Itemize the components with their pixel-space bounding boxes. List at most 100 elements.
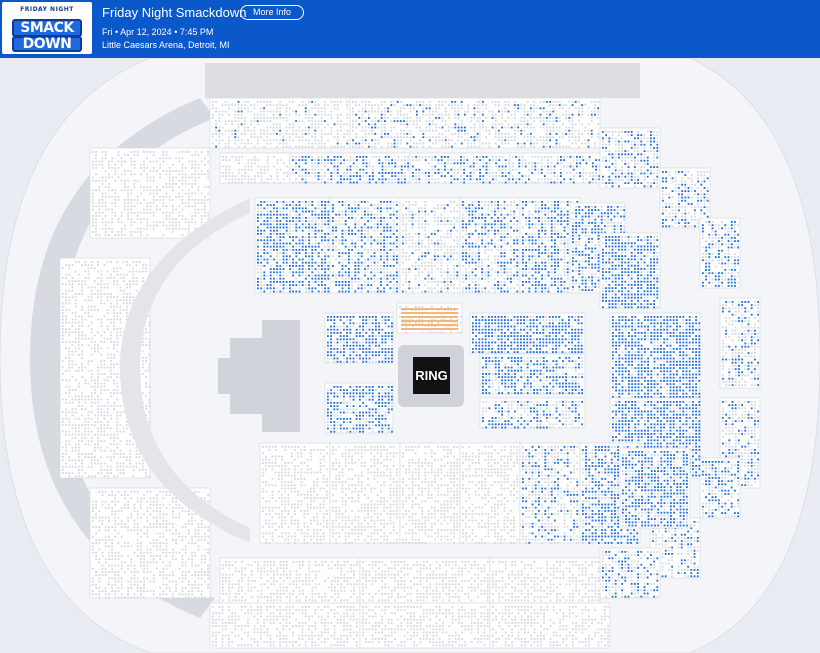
seat[interactable] xyxy=(407,162,409,164)
seat[interactable] xyxy=(225,101,227,103)
seat[interactable] xyxy=(132,277,134,279)
seat[interactable] xyxy=(410,133,412,135)
seat[interactable] xyxy=(562,146,564,148)
seat[interactable] xyxy=(84,277,86,279)
seat[interactable] xyxy=(156,205,158,207)
seat[interactable] xyxy=(621,567,623,569)
seat[interactable] xyxy=(107,347,109,349)
seat[interactable] xyxy=(533,111,535,113)
seat[interactable] xyxy=(715,467,717,469)
seat[interactable] xyxy=(489,166,491,168)
seat[interactable] xyxy=(684,174,686,176)
seat[interactable] xyxy=(704,206,706,208)
seat[interactable] xyxy=(337,182,339,184)
seat[interactable] xyxy=(250,143,252,145)
seat[interactable] xyxy=(597,117,599,119)
seat[interactable] xyxy=(712,461,714,463)
seat[interactable] xyxy=(394,182,396,184)
seat[interactable] xyxy=(444,156,446,158)
seat[interactable] xyxy=(228,136,230,138)
seat[interactable] xyxy=(110,338,112,340)
seat[interactable] xyxy=(118,177,120,179)
seat[interactable] xyxy=(191,173,193,175)
seat[interactable] xyxy=(741,333,743,335)
seat[interactable] xyxy=(295,146,297,148)
seat[interactable] xyxy=(718,464,720,466)
seat[interactable] xyxy=(110,357,112,359)
seat[interactable] xyxy=(397,146,399,148)
seat[interactable] xyxy=(142,264,144,266)
seat[interactable] xyxy=(451,107,453,109)
seat[interactable] xyxy=(352,139,354,141)
seat[interactable] xyxy=(134,167,136,169)
seat[interactable] xyxy=(143,199,145,201)
seat[interactable] xyxy=(734,477,736,479)
seat[interactable] xyxy=(318,175,320,177)
seat[interactable] xyxy=(94,280,96,282)
seat[interactable] xyxy=(136,261,138,263)
seat[interactable] xyxy=(738,371,740,373)
seat[interactable] xyxy=(356,156,358,158)
seat[interactable] xyxy=(728,234,730,236)
seat[interactable] xyxy=(218,130,220,132)
seat[interactable] xyxy=(270,101,272,103)
seat[interactable] xyxy=(492,178,494,180)
seat[interactable] xyxy=(150,186,152,188)
seat[interactable] xyxy=(356,169,358,171)
seat[interactable] xyxy=(314,139,316,141)
seat[interactable] xyxy=(530,133,532,135)
seat[interactable] xyxy=(218,111,220,113)
seat[interactable] xyxy=(182,189,184,191)
seat[interactable] xyxy=(276,123,278,125)
seat[interactable] xyxy=(388,178,390,180)
seat[interactable] xyxy=(225,123,227,125)
seat[interactable] xyxy=(640,144,642,146)
seat[interactable] xyxy=(628,176,630,178)
seat[interactable] xyxy=(705,477,707,479)
seat[interactable] xyxy=(286,127,288,129)
seat[interactable] xyxy=(724,272,726,274)
seat[interactable] xyxy=(127,154,129,156)
seat[interactable] xyxy=(757,333,759,335)
seat[interactable] xyxy=(62,319,64,321)
seat[interactable] xyxy=(731,480,733,482)
seat[interactable] xyxy=(734,285,736,287)
seat[interactable] xyxy=(700,200,702,202)
seat[interactable] xyxy=(540,139,542,141)
seat[interactable] xyxy=(107,338,109,340)
seat[interactable] xyxy=(251,182,253,184)
seat[interactable] xyxy=(460,156,462,158)
seat[interactable] xyxy=(718,275,720,277)
seat[interactable] xyxy=(68,267,70,269)
seat[interactable] xyxy=(563,159,565,161)
seat[interactable] xyxy=(744,430,746,432)
seat[interactable] xyxy=(378,127,380,129)
seat[interactable] xyxy=(690,543,692,545)
seat[interactable] xyxy=(712,487,714,489)
seat[interactable] xyxy=(365,120,367,122)
seat[interactable] xyxy=(735,365,737,367)
seat[interactable] xyxy=(524,146,526,148)
seat[interactable] xyxy=(84,367,86,369)
seat[interactable] xyxy=(365,136,367,138)
seat[interactable] xyxy=(68,299,70,301)
seat[interactable] xyxy=(194,151,196,153)
seat[interactable] xyxy=(107,357,109,359)
seat[interactable] xyxy=(725,346,727,348)
seat[interactable] xyxy=(517,107,519,109)
seat[interactable] xyxy=(482,162,484,164)
seat[interactable] xyxy=(732,314,734,316)
seat[interactable] xyxy=(100,360,102,362)
seat[interactable] xyxy=(234,136,236,138)
seat[interactable] xyxy=(572,143,574,145)
seat[interactable] xyxy=(75,271,77,273)
seat[interactable] xyxy=(522,156,524,158)
seat[interactable] xyxy=(407,156,409,158)
seat[interactable] xyxy=(327,159,329,161)
seat[interactable] xyxy=(631,554,633,556)
seat[interactable] xyxy=(575,136,577,138)
seat[interactable] xyxy=(116,341,118,343)
seat[interactable] xyxy=(84,283,86,285)
seat[interactable] xyxy=(248,178,250,180)
seat[interactable] xyxy=(473,166,475,168)
